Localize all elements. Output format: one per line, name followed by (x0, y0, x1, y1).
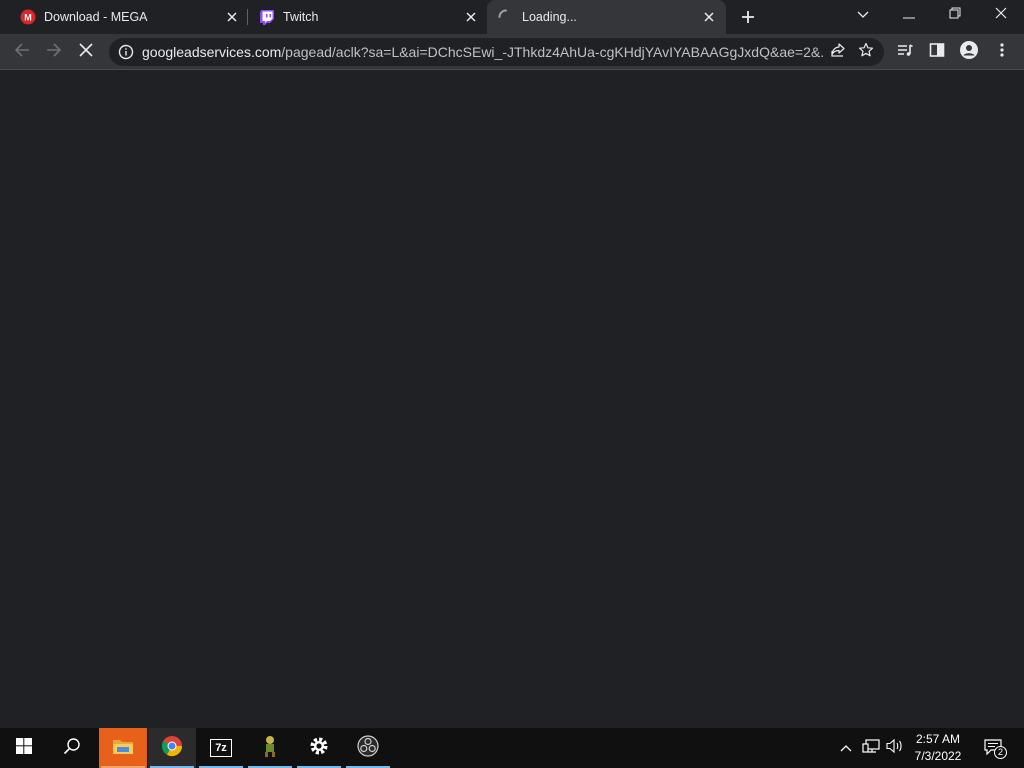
close-tab-icon[interactable] (463, 9, 479, 25)
notification-count-badge: 2 (994, 746, 1007, 759)
action-center-button[interactable]: 2 (976, 728, 1012, 768)
info-icon[interactable] (118, 44, 134, 60)
loading-spinner-icon (498, 9, 514, 25)
tray-show-hidden[interactable] (836, 728, 856, 768)
search-icon (63, 737, 81, 760)
obs-icon (357, 734, 379, 762)
notification-icon: 2 (984, 739, 1007, 759)
url-host: googleadservices.com (142, 44, 282, 60)
page-content (0, 71, 1024, 728)
chevron-up-icon (840, 739, 852, 757)
url-path: /pagead/aclk?sa=L&ai=DChcSEwi_-JThkdz4Ah… (281, 44, 824, 60)
minimize-button[interactable] (886, 0, 932, 30)
clock-time: 2:57 AM (915, 732, 961, 746)
twitch-icon (259, 9, 275, 25)
volume-icon (886, 738, 904, 759)
back-button[interactable] (8, 38, 36, 66)
profile-icon (960, 40, 978, 64)
side-panel-button[interactable] (923, 38, 951, 66)
tray-network[interactable] (860, 728, 882, 768)
back-arrow-icon (14, 42, 30, 63)
reading-list-button[interactable] (891, 38, 919, 66)
tab-title: Twitch (283, 10, 319, 24)
media-queue-icon (897, 42, 913, 63)
profile-button[interactable] (955, 38, 983, 66)
svg-text:M: M (24, 13, 32, 23)
tab-title: Download - MEGA (44, 10, 148, 24)
chrome-icon (161, 735, 183, 762)
tab-loading[interactable]: Loading... (487, 0, 726, 34)
file-explorer-icon (112, 737, 134, 760)
star-icon (858, 42, 874, 63)
taskbar-settings[interactable] (295, 728, 343, 768)
browser-toolbar: googleadservices.com/pagead/aclk?sa=L&ai… (0, 34, 1024, 70)
restore-button[interactable] (932, 0, 978, 30)
close-tab-icon[interactable] (224, 9, 240, 25)
taskbar-app[interactable] (246, 728, 294, 768)
app-figure-icon (262, 735, 278, 762)
tray-volume[interactable] (884, 728, 906, 768)
windows-start-icon (16, 737, 32, 759)
clock-date: 7/3/2022 (914, 749, 962, 763)
tab-search-button[interactable] (840, 0, 886, 30)
address-bar[interactable]: googleadservices.com/pagead/aclk?sa=L&ai… (109, 38, 884, 66)
search-button[interactable] (48, 728, 96, 768)
taskbar-obs[interactable] (344, 728, 392, 768)
share-button[interactable] (824, 38, 852, 66)
windows-taskbar: 7z 2:57 AM 7/3/2022 2 (0, 728, 1024, 768)
bookmark-button[interactable] (852, 38, 880, 66)
share-icon (830, 42, 846, 63)
stop-icon (79, 42, 93, 62)
tab-strip: M Download - MEGA Twitch Loading... (0, 0, 1024, 34)
tab-twitch[interactable]: Twitch (248, 0, 485, 34)
7zip-icon: 7z (210, 739, 232, 757)
close-window-button[interactable] (978, 0, 1024, 30)
forward-button[interactable] (40, 38, 68, 66)
forward-arrow-icon (46, 42, 62, 63)
tab-mega[interactable]: M Download - MEGA (0, 0, 246, 34)
url-text[interactable]: googleadservices.com/pagead/aclk?sa=L&ai… (142, 44, 824, 60)
stop-loading-button[interactable] (72, 38, 100, 66)
restore-icon (949, 6, 961, 24)
7zip-label: 7z (211, 740, 231, 756)
close-tab-icon[interactable] (701, 9, 717, 25)
more-vertical-icon (1000, 42, 1004, 62)
minimize-icon (903, 6, 915, 24)
taskbar-file-explorer[interactable] (99, 728, 147, 768)
side-panel-icon (929, 42, 945, 63)
network-icon (862, 738, 880, 759)
tab-title: Loading... (522, 10, 577, 24)
new-tab-button[interactable] (737, 6, 759, 28)
menu-button[interactable] (988, 38, 1016, 66)
taskbar-chrome[interactable] (148, 728, 196, 768)
taskbar-7zip[interactable]: 7z (197, 728, 245, 768)
taskbar-clock[interactable]: 2:57 AM 7/3/2022 (905, 731, 971, 765)
settings-icon (309, 736, 329, 761)
close-icon (995, 6, 1007, 24)
start-button[interactable] (0, 728, 48, 768)
chevron-down-icon (857, 6, 869, 24)
mega-icon: M (20, 9, 36, 25)
